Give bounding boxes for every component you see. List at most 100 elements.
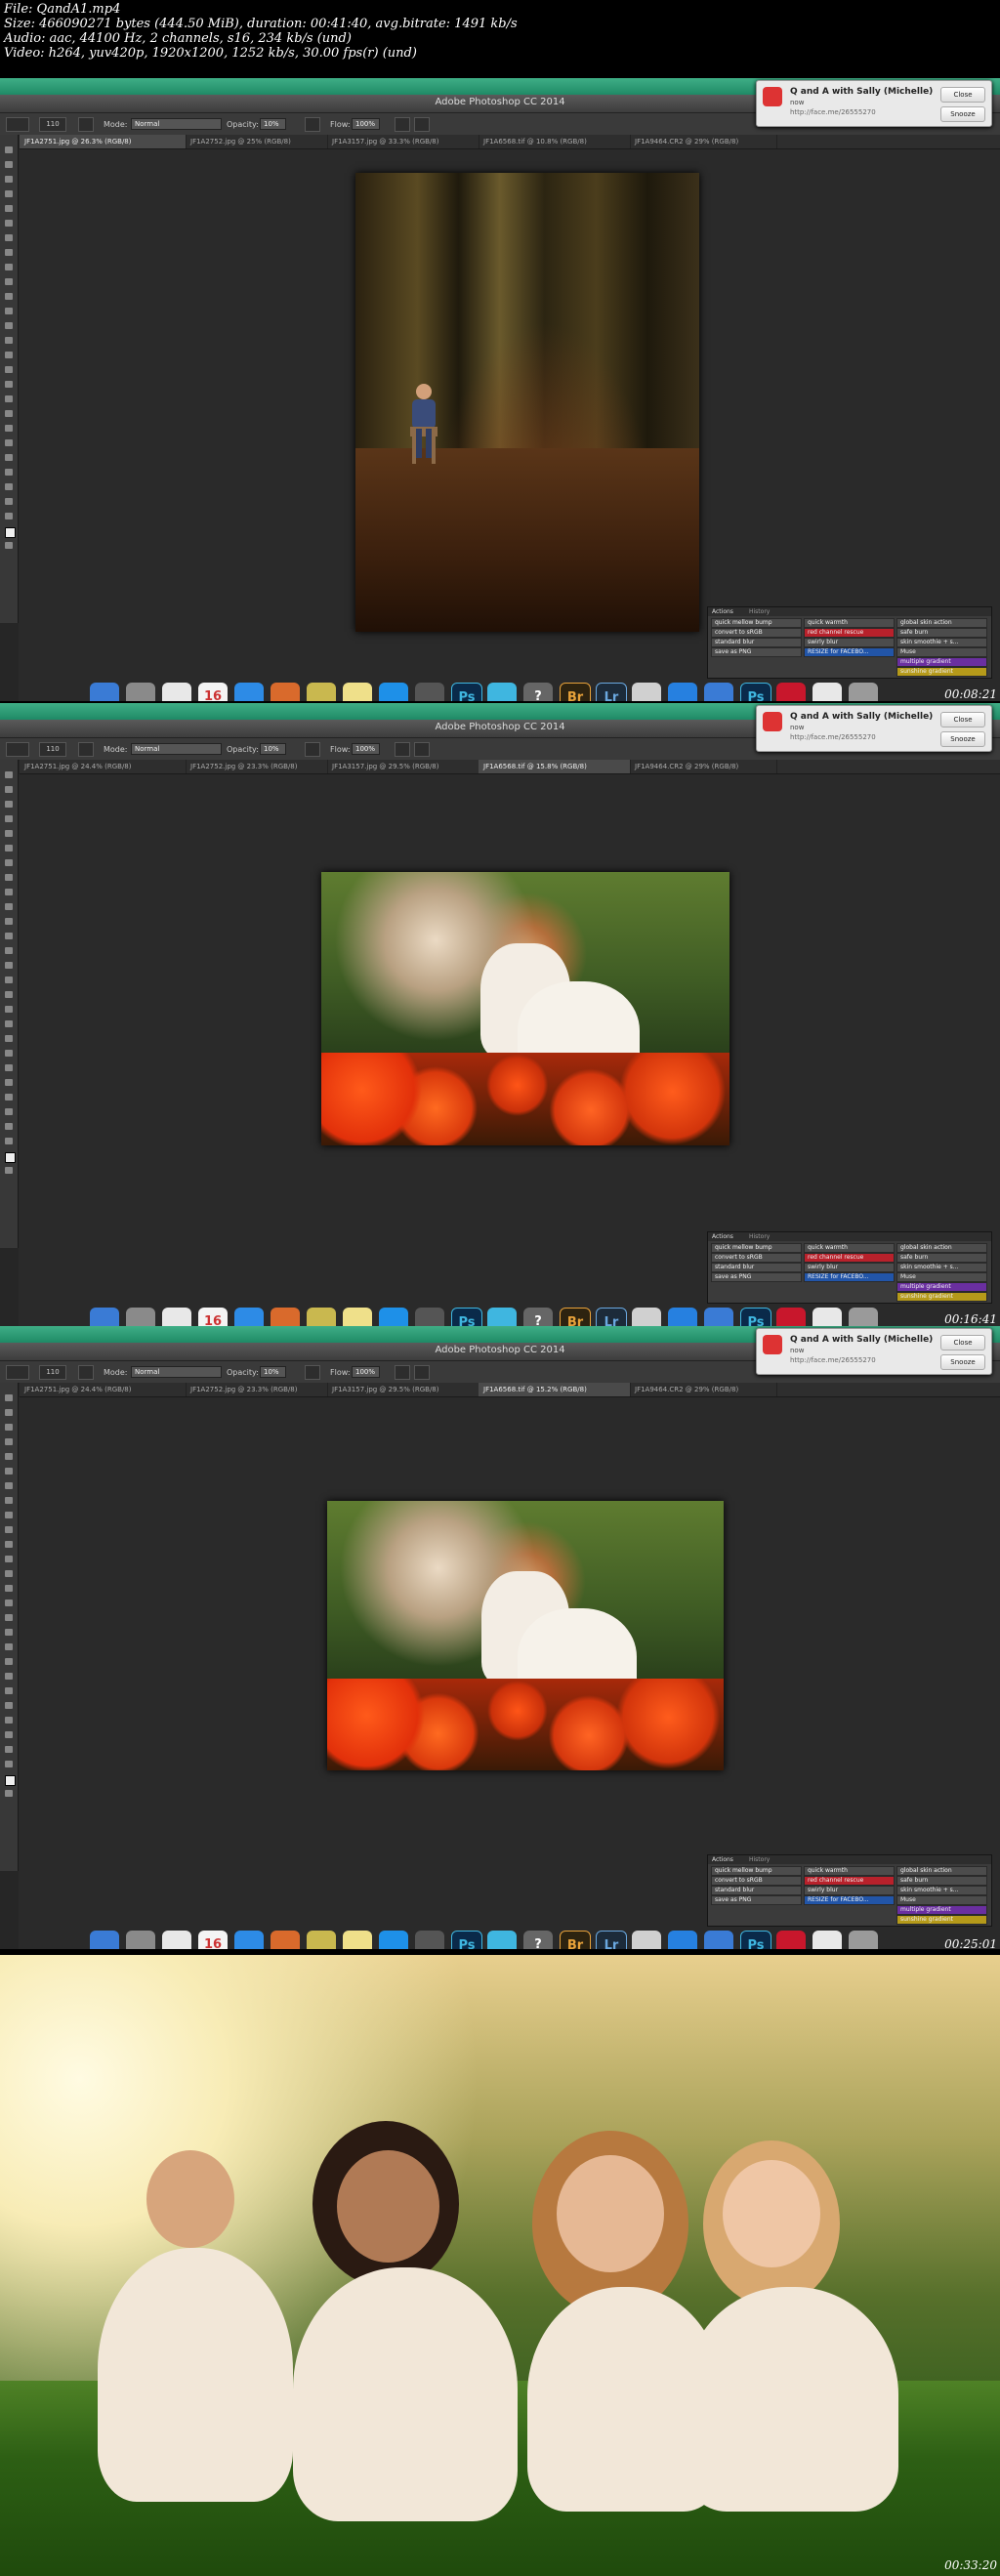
document-tab[interactable]: JF1A9464.CR2 @ 29% (RGB/8) [630, 135, 777, 148]
photoshop2-icon[interactable]: Ps [740, 1308, 771, 1326]
flow-field[interactable]: 100% [352, 1366, 380, 1378]
tool-icon[interactable] [5, 498, 13, 505]
bridge-icon[interactable]: Br [560, 683, 591, 701]
preview2-icon[interactable] [632, 1931, 661, 1949]
tool-icon[interactable] [5, 337, 13, 344]
tool-icon[interactable] [5, 976, 13, 983]
action-button[interactable]: sunshine gradient [896, 667, 987, 677]
photoshop-icon[interactable]: Ps [451, 1308, 482, 1326]
tool-icon[interactable] [5, 513, 13, 519]
document-tab[interactable]: JF1A3157.jpg @ 29.5% (RGB/8) [327, 760, 479, 773]
tool-icon[interactable] [5, 395, 13, 402]
preview2-icon[interactable] [632, 1308, 661, 1326]
brush-panel-toggle[interactable] [78, 1365, 94, 1380]
itunes-icon[interactable] [487, 1931, 517, 1949]
document-image[interactable] [321, 872, 729, 1145]
tool-icon[interactable] [5, 1152, 16, 1163]
tool-icon[interactable] [5, 1702, 13, 1709]
tool-icon[interactable] [5, 1079, 13, 1086]
action-button[interactable]: multiple gradient [896, 1282, 987, 1292]
camera-icon[interactable] [415, 1931, 444, 1949]
tool-icon[interactable] [5, 1687, 13, 1694]
safari-icon[interactable] [234, 1308, 264, 1326]
safari-icon[interactable] [234, 683, 264, 701]
tool-icon[interactable] [5, 161, 13, 168]
tool-icon[interactable] [5, 249, 13, 256]
preview-icon[interactable] [307, 1308, 336, 1326]
tool-icon[interactable] [5, 454, 13, 461]
action-button[interactable]: quick warmth [804, 618, 895, 628]
tool-icon[interactable] [5, 381, 13, 388]
photos-icon[interactable] [271, 1931, 300, 1949]
pressure-size-toggle[interactable] [414, 1365, 430, 1380]
notes-icon[interactable] [343, 1308, 372, 1326]
tool-icon[interactable] [5, 947, 13, 954]
chrome-icon[interactable] [162, 1931, 191, 1949]
help-icon[interactable]: ? [523, 683, 553, 701]
tool-icon[interactable] [5, 234, 13, 241]
tool-icon[interactable] [5, 933, 13, 939]
snooze-button[interactable]: Snooze [940, 731, 985, 747]
camera-icon[interactable] [415, 683, 444, 701]
action-button[interactable]: multiple gradient [896, 657, 987, 667]
mode-select[interactable]: Normal [131, 118, 222, 130]
tool-icon[interactable] [5, 264, 13, 270]
action-button[interactable]: global skin action [896, 1866, 987, 1876]
tool-icon[interactable] [5, 1526, 13, 1533]
close-button[interactable]: Close [940, 87, 985, 103]
close-button[interactable]: Close [940, 1335, 985, 1350]
action-button[interactable]: swirly blur [804, 1263, 895, 1272]
action-button[interactable]: global skin action [896, 618, 987, 628]
document-tab[interactable]: JF1A6568.tif @ 15.2% (RGB/8) [479, 1383, 631, 1396]
calendar-icon[interactable]: 16 [198, 683, 228, 701]
action-button[interactable]: save as PNG [711, 1272, 802, 1282]
tool-icon[interactable] [5, 1424, 13, 1431]
document-tab[interactable]: JF1A6568.tif @ 10.8% (RGB/8) [479, 135, 631, 148]
tool-icon[interactable] [5, 483, 13, 490]
document-tab[interactable]: JF1A2751.jpg @ 26.3% (RGB/8) [20, 135, 187, 148]
action-button[interactable]: standard blur [711, 638, 802, 647]
action-button[interactable]: RESIZE for FACEBO... [804, 647, 895, 657]
flash-icon[interactable] [776, 683, 806, 701]
tool-icon[interactable] [5, 1123, 13, 1130]
tool-icon[interactable] [5, 1570, 13, 1577]
preview2-icon[interactable] [632, 683, 661, 701]
notes-icon[interactable] [343, 683, 372, 701]
tool-icon[interactable] [5, 322, 13, 329]
tool-icon[interactable] [5, 527, 16, 538]
help-icon[interactable]: ? [523, 1308, 553, 1326]
tool-icon[interactable] [5, 830, 13, 837]
opacity-field[interactable]: 10% [260, 1366, 286, 1378]
tool-icon[interactable] [5, 903, 13, 910]
tool-icon[interactable] [5, 859, 13, 866]
tool-icon[interactable] [5, 190, 13, 197]
close-button[interactable]: Close [940, 712, 985, 727]
tool-icon[interactable] [5, 1541, 13, 1548]
tool-icon[interactable] [5, 918, 13, 925]
finder-icon[interactable] [90, 1308, 119, 1326]
airbrush-toggle[interactable] [395, 117, 410, 132]
safari-icon[interactable] [234, 1931, 264, 1949]
tool-icon[interactable] [5, 1512, 13, 1518]
finder-icon[interactable] [90, 1931, 119, 1949]
tool-icon[interactable] [5, 1585, 13, 1592]
launchpad-icon[interactable] [126, 1308, 155, 1326]
brush-panel-toggle[interactable] [78, 742, 94, 757]
action-button[interactable]: quick mellow bump [711, 1243, 802, 1253]
tool-icon[interactable] [5, 1556, 13, 1562]
action-button[interactable]: convert to sRGB [711, 628, 802, 638]
tool-icon[interactable] [5, 815, 13, 822]
camera-icon[interactable] [415, 1308, 444, 1326]
action-button[interactable]: Muse [896, 1272, 987, 1282]
airbrush-toggle[interactable] [395, 1365, 410, 1380]
airbrush-toggle[interactable] [395, 742, 410, 757]
tool-icon[interactable] [5, 801, 13, 808]
tool-icon[interactable] [5, 1006, 13, 1013]
tool-icon[interactable] [5, 1673, 13, 1680]
bridge-icon[interactable]: Br [560, 1931, 591, 1949]
tool-icon[interactable] [5, 1064, 13, 1071]
chrome-icon[interactable] [162, 683, 191, 701]
document-tab[interactable]: JF1A3157.jpg @ 29.5% (RGB/8) [327, 1383, 479, 1396]
photoshop-icon[interactable]: Ps [451, 683, 482, 701]
photoshop2-icon[interactable]: Ps [740, 683, 771, 701]
